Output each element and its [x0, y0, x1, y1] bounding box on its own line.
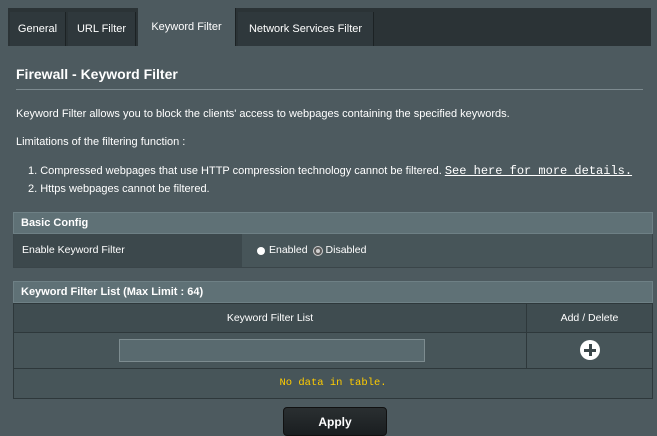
- enable-keyword-filter-label: Enable Keyword Filter: [14, 234, 242, 267]
- table-header-row: Keyword Filter List Add / Delete: [13, 303, 653, 333]
- tab-url-filter[interactable]: URL Filter: [68, 12, 136, 46]
- limitation-item-2: 2. Https webpages cannot be filtered.: [28, 183, 210, 195]
- keyword-input[interactable]: [119, 339, 425, 362]
- enable-keyword-filter-row: Enable Keyword Filter Enabled Disabled: [13, 234, 653, 268]
- apply-button[interactable]: Apply: [283, 407, 387, 436]
- enabled-radio-label[interactable]: Enabled: [269, 234, 308, 267]
- tab-general[interactable]: General: [10, 12, 66, 46]
- description-text: Keyword Filter allows you to block the c…: [16, 108, 510, 120]
- title-divider: [16, 89, 643, 90]
- keyword-list-table: Keyword Filter List Add / Delete No data…: [13, 303, 653, 399]
- more-details-link[interactable]: See here for more details.: [445, 164, 632, 178]
- plus-circle-icon[interactable]: [580, 340, 600, 360]
- page-title: Firewall - Keyword Filter: [16, 66, 178, 82]
- empty-table-message: No data in table.: [13, 369, 653, 399]
- disabled-radio[interactable]: [313, 246, 322, 255]
- limitation-item-1: 1. Compressed webpages that use HTTP com…: [28, 164, 632, 178]
- column-header-keyword-list: Keyword Filter List: [14, 304, 527, 332]
- tab-network-services-filter[interactable]: Network Services Filter: [238, 12, 374, 46]
- limitation-text-1: 1. Compressed webpages that use HTTP com…: [28, 165, 442, 177]
- tab-keyword-filter[interactable]: Keyword Filter: [138, 8, 236, 46]
- enable-radio-group: Enabled Disabled: [257, 234, 372, 267]
- keyword-input-row: [13, 333, 653, 369]
- enabled-radio[interactable]: [257, 246, 265, 255]
- keyword-list-header: Keyword Filter List (Max Limit : 64): [13, 281, 653, 303]
- column-header-add-delete: Add / Delete: [560, 312, 619, 324]
- disabled-radio-label[interactable]: Disabled: [326, 234, 367, 267]
- basic-config-header: Basic Config: [13, 212, 653, 234]
- tab-bar: General URL Filter Keyword Filter Networ…: [8, 8, 651, 46]
- keyword-input-cell: [14, 333, 527, 368]
- content-panel: Firewall - Keyword Filter Keyword Filter…: [8, 46, 653, 436]
- limitations-heading: Limitations of the filtering function :: [16, 136, 186, 148]
